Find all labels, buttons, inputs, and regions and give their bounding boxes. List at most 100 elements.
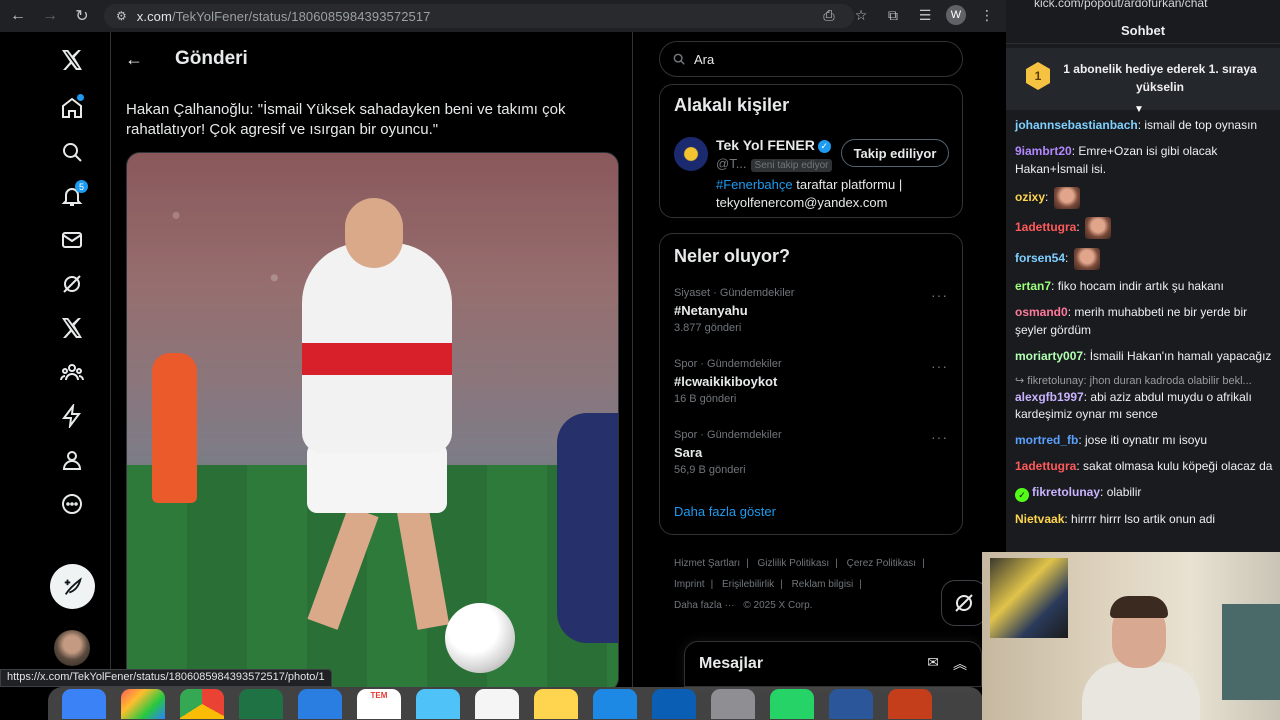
chat-title: Sohbet [1006,18,1280,44]
copyright: © 2025 X Corp. [743,600,813,611]
chat-username[interactable]: 9iambrt20 [1015,144,1072,158]
chat-username[interactable]: alexgfb1997 [1015,390,1084,404]
chat-message: alexgfb1997: abi aziz abdul muydu o afri… [1015,389,1252,422]
more-dots-icon[interactable]: ··· [931,287,948,303]
excel-icon[interactable] [239,688,283,719]
chat-username[interactable]: ertan7 [1015,279,1051,293]
chat-username[interactable]: moriarty007 [1015,349,1083,363]
finder-icon[interactable] [62,688,106,719]
terms-link[interactable]: Hizmet Şartları [674,558,740,569]
system-settings-icon[interactable] [711,688,755,719]
home-new-dot [77,94,84,101]
feather-plus-icon [64,576,82,595]
account-avatar[interactable] [54,630,90,666]
notifications-bell-icon[interactable]: 5 [50,174,94,218]
reminders-icon[interactable] [475,688,519,719]
chat-reply-preview[interactable]: ↪ fikretolunay: jhon duran kadroda olabi… [1015,374,1273,387]
home-icon[interactable] [50,86,94,130]
trend-item[interactable]: Spor · Gündemdekiler #lcwaikikiboykot 16… [674,358,954,405]
outlook-icon[interactable] [652,688,696,719]
accessibility-link[interactable]: Erişilebilirlik [722,579,774,590]
show-more-link[interactable]: Daha fazla göster [674,504,776,519]
messages-drawer[interactable]: Mesajlar ✉ ︽ [684,641,982,687]
reload-icon[interactable]: ↻ [68,2,96,30]
launchpad-icon[interactable] [121,688,165,719]
chat-emote-icon [1085,217,1112,239]
tweet-photo[interactable] [126,152,619,687]
messages-mail-icon[interactable] [50,218,94,262]
powerpoint-icon[interactable] [888,688,932,719]
privacy-link[interactable]: Gizlilik Politikası [758,558,830,569]
chat-username[interactable]: johannsebastianbach [1015,118,1138,132]
address-bar[interactable]: ⚙ x.com/TekYolFener/status/1806085984393… [104,4,854,28]
x-logo-icon[interactable] [50,38,94,82]
more-dots-icon[interactable]: ··· [931,358,948,374]
word-icon[interactable] [829,688,873,719]
chat-username[interactable]: forsen54 [1015,251,1065,265]
webcam-frame [1222,604,1280,700]
trend-item[interactable]: Spor · Gündemdekiler Sara 56,9 B gönderi… [674,429,954,476]
chat-emote-icon [1073,247,1100,270]
site-info-icon[interactable]: ⚙ [116,9,127,23]
imprint-link[interactable]: Imprint [674,579,705,590]
chat-username[interactable]: Nietvaak [1015,512,1064,526]
whatsapp-icon[interactable] [770,688,814,719]
trend-item[interactable]: Siyaset · Gündemdekiler #Netanyahu 3.877… [674,287,954,334]
photo-player-band [302,343,452,375]
premium-x-icon[interactable] [50,306,94,350]
mail-icon[interactable] [298,688,342,719]
grok-icon[interactable] [50,262,94,306]
profile-person-icon[interactable] [50,438,94,482]
grok-floating-button[interactable] [941,580,987,626]
more-dots-icon[interactable]: ··· [931,429,948,445]
communities-icon[interactable] [50,350,94,394]
person-avatar[interactable] [674,137,708,171]
chat-username[interactable]: fikretolunay [1032,485,1100,499]
explore-search-icon[interactable] [50,130,94,174]
post-column: ← Gönderi Hakan Çalhanoğlu: "İsmail Yüks… [110,32,633,687]
chat-messages: johannsebastianbach: ismail de top oynas… [1015,117,1273,537]
chrome-icon[interactable] [180,688,224,719]
chat-username[interactable]: ozixy [1015,190,1045,204]
trends-title: Neler oluyor? [674,246,791,266]
lightning-verified-orgs-icon[interactable] [50,394,94,438]
browser-toolbar: ← → ↻ ⚙ x.com/TekYolFener/status/1806085… [0,0,1006,32]
subscriber-badge-icon: ✓ [1015,488,1029,502]
more-circle-icon[interactable] [50,482,94,526]
chat-username[interactable]: 1adettugra [1015,220,1076,234]
maps-icon[interactable] [416,688,460,719]
notes-icon[interactable] [534,688,578,719]
chat-message: forsen54: [1015,247,1273,270]
more-link[interactable]: Daha fazla ··· [674,600,735,611]
back-icon[interactable]: ← [4,2,32,30]
chat-username[interactable]: 1adettugra [1015,459,1076,473]
tweet-text: Hakan Çalhanoğlu: "İsmail Yüksek sahaday… [126,101,566,138]
search-input[interactable]: Ara [659,41,963,77]
collapse-pinned-icon[interactable]: ▼ [1134,104,1144,115]
chat-message: johannsebastianbach: ismail de top oynas… [1015,118,1258,132]
chat-username[interactable]: osmand0 [1015,305,1068,319]
install-app-icon[interactable]: ⎙ [818,4,840,26]
new-message-icon[interactable]: ✉ [927,654,939,674]
profile-avatar-icon[interactable]: W [946,5,966,25]
compose-post-button[interactable] [50,564,95,609]
chat-message: 1adettugra: sakat olmasa kulu köpeği ola… [1015,459,1273,473]
pinned-gift-banner[interactable]: 1 1 abonelik hediye ederek 1. sıraya yük… [1006,48,1280,110]
back-arrow-icon[interactable]: ← [125,49,145,70]
forward-icon[interactable]: → [36,2,64,30]
following-button[interactable]: Takip ediliyor [841,139,949,167]
chat-message: mortred_fb: jose iti oynatır mı isoyu [1015,433,1208,447]
expand-chevron-icon[interactable]: ︽ [953,654,967,674]
bio-hashtag[interactable]: #Fenerbahçe [716,177,793,192]
chat-username[interactable]: mortred_fb [1015,433,1078,447]
cookie-link[interactable]: Çerez Politikası [847,558,916,569]
photo-referee [152,353,197,503]
bookmark-star-icon[interactable]: ☆ [850,4,872,26]
app-store-icon[interactable] [593,688,637,719]
person-name[interactable]: Tek Yol FENER ✓ [716,137,831,153]
media-controls-icon[interactable]: ☰ [914,4,936,26]
ads-info-link[interactable]: Reklam bilgisi [792,579,854,590]
calendar-icon[interactable]: TEM [357,688,401,719]
more-menu-icon[interactable]: ⋮ [976,4,998,26]
extensions-icon[interactable]: ⧉ [882,4,904,26]
